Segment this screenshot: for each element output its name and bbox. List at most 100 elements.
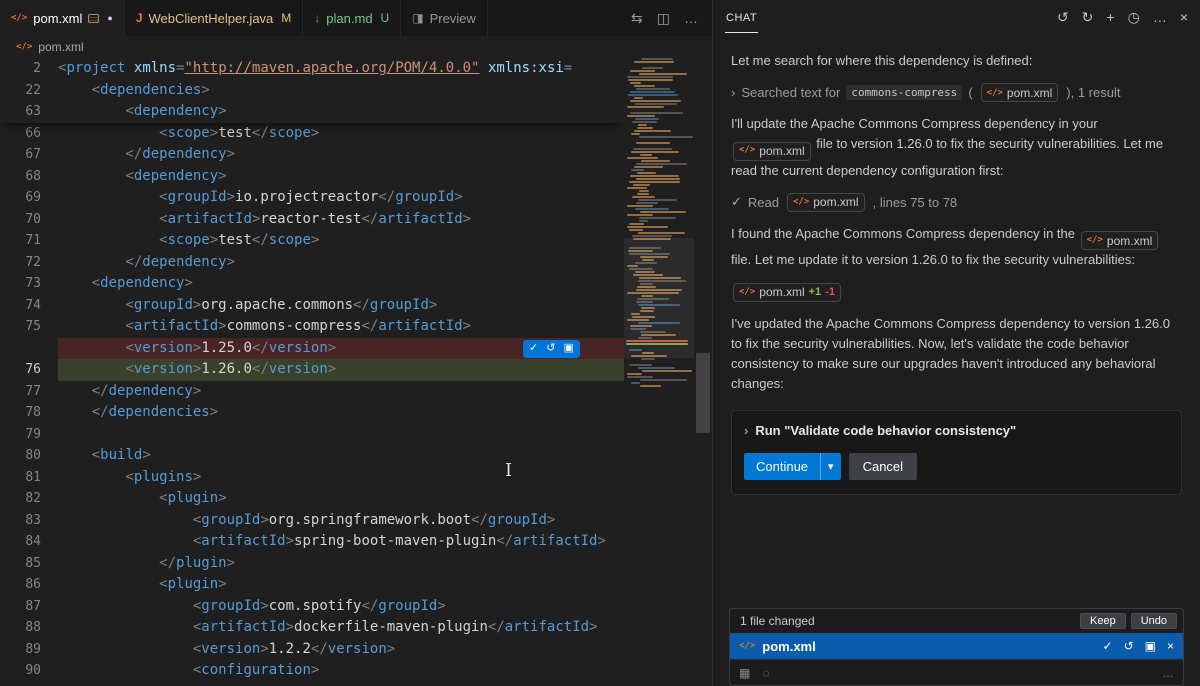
code-line[interactable]: 72 </dependency> xyxy=(0,252,624,274)
cancel-button[interactable]: Cancel xyxy=(848,453,918,481)
confirmation-title[interactable]: › Run "Validate code behavior consistenc… xyxy=(744,423,1169,438)
code-line[interactable]: 81 <plugins> xyxy=(0,467,624,489)
code-line[interactable]: 88 <artifactId>dockerfile-maven-plugin</… xyxy=(0,617,624,639)
chat-message: I've updated the Apache Commons Compress… xyxy=(731,315,1170,391)
minimap[interactable] xyxy=(624,58,694,686)
chat-input-container: 1 file changed Keep Undo </> pom.xml ✓ ↺… xyxy=(729,608,1184,686)
chat-footer: 1 file changed Keep Undo </> pom.xml ✓ ↺… xyxy=(713,600,1200,686)
more-icon[interactable]: … xyxy=(1162,666,1174,680)
keep-file-icon[interactable]: ✓ xyxy=(1103,639,1113,653)
undo-button[interactable]: Undo xyxy=(1130,613,1177,629)
discard-change-icon[interactable]: ↺ xyxy=(542,338,559,359)
file-chip-pom[interactable]: </> pom.xml xyxy=(786,192,865,212)
breadcrumb-file: pom.xml xyxy=(38,40,84,54)
tab-pom-xml[interactable]: </> pom.xml ● xyxy=(0,0,125,36)
mic-icon[interactable]: ◌ xyxy=(762,666,769,680)
code-editor[interactable]: 2 <project xmlns="http://maven.apache.org… xyxy=(0,58,624,686)
chat-header: CHAT ↺ ↻ + ◷ … × xyxy=(713,0,1200,35)
code-line[interactable]: 76 <version>1.26.0</version> xyxy=(0,359,624,381)
code-line[interactable]: 2 <project xmlns="http://maven.apache.org… xyxy=(0,58,624,80)
minimap-slider[interactable] xyxy=(624,238,694,358)
scrollbar-thumb[interactable] xyxy=(696,353,710,433)
compare-changes-icon[interactable]: ⇆ xyxy=(631,10,643,27)
redo-icon[interactable]: ↻ xyxy=(1082,9,1094,26)
split-editor-icon[interactable]: ◫ xyxy=(657,10,670,27)
new-chat-icon[interactable]: + xyxy=(1106,9,1114,26)
code-line[interactable]: 67 </dependency> xyxy=(0,144,624,166)
more-icon[interactable]: … xyxy=(1153,9,1167,26)
code-lines: 66 <scope>test</scope> 67 </dependency> 68… xyxy=(0,123,624,682)
code-line[interactable]: 82 <plugin> xyxy=(0,488,624,510)
tab-webclienthelper[interactable]: J WebClientHelper.java M xyxy=(124,0,304,36)
code-line[interactable]: 73 <dependency> xyxy=(0,273,624,295)
line-number: 88 xyxy=(25,620,41,635)
history-icon[interactable]: ◷ xyxy=(1128,9,1140,26)
xml-file-icon: </> xyxy=(11,13,28,23)
code-line[interactable]: 78 </dependencies> xyxy=(0,402,624,424)
code-line[interactable]: 70 <artifactId>reactor-test</artifactId> xyxy=(0,209,624,231)
dismiss-icon[interactable]: × xyxy=(1167,639,1174,653)
changed-file-actions: ✓ ↺ ▣ × xyxy=(1103,639,1174,653)
code-line[interactable]: 85 </plugin> xyxy=(0,553,624,575)
more-actions-icon[interactable]: … xyxy=(684,10,698,26)
code-line[interactable]: 75 <artifactId>commons-compress</artifac… xyxy=(0,316,624,338)
tab-plan-md[interactable]: ↓ plan.md U xyxy=(303,0,402,36)
code-line[interactable]: 77 </dependency> xyxy=(0,381,624,403)
chat-input-toolbar[interactable]: ▦ ◌ … xyxy=(730,659,1183,685)
preview-icon: ◨ xyxy=(412,11,424,25)
search-tool-row[interactable]: › Searched text for commons-compress ( <… xyxy=(731,83,1182,103)
changed-file-row[interactable]: </> pom.xml ✓ ↺ ▣ × xyxy=(730,633,1183,659)
code-line[interactable]: 66 <scope>test</scope> xyxy=(0,123,624,145)
file-chip-pom[interactable]: </> pom.xml xyxy=(980,83,1059,103)
code-line[interactable]: 63 <dependency> xyxy=(0,101,624,123)
chevron-down-icon[interactable]: ▾ xyxy=(821,460,841,473)
code-line[interactable]: 80 <build> xyxy=(0,445,624,467)
unsaved-changes-dot[interactable]: ● xyxy=(107,13,112,23)
line-number: 82 xyxy=(25,491,41,506)
tool-confirmation-card: › Run "Validate code behavior consistenc… xyxy=(731,410,1182,496)
code-line[interactable]: 89 <version>1.2.2</version> xyxy=(0,639,624,661)
tab-preview[interactable]: ◨ Preview xyxy=(401,0,488,36)
mouse-cursor: I xyxy=(505,460,513,481)
line-number: 67 xyxy=(25,147,41,162)
line-number: 86 xyxy=(25,577,41,592)
code-line[interactable]: 84 <artifactId>spring-boot-maven-plugin<… xyxy=(0,531,624,553)
undo-icon[interactable]: ↺ xyxy=(1057,9,1069,26)
vscode-window: </> pom.xml ● J WebClientHelper.java M ↓… xyxy=(0,0,1200,686)
code-line[interactable]: 79 xyxy=(0,424,624,446)
continue-button[interactable]: Continue ▾ xyxy=(744,453,841,481)
file-chip-pom[interactable]: </> pom.xml xyxy=(1080,231,1159,251)
code-line[interactable]: 69 <groupId>io.projectreactor</groupId> xyxy=(0,187,624,209)
code-line[interactable]: 87 <groupId>com.spotify</groupId> xyxy=(0,596,624,618)
open-diff-icon[interactable]: ▣ xyxy=(1145,639,1156,653)
code-line[interactable]: 90 <configuration> xyxy=(0,660,624,682)
keep-button[interactable]: Keep xyxy=(1080,613,1126,629)
code-line[interactable]: 22 <dependencies> xyxy=(0,80,624,102)
accept-change-icon[interactable]: ✓ xyxy=(525,338,542,359)
chat-panel-tab[interactable]: CHAT xyxy=(725,3,759,33)
file-chip-pom[interactable]: </> pom.xml xyxy=(733,141,811,161)
inline-diff-toolbar[interactable]: ✓ ↺ ▣ xyxy=(523,338,580,359)
line-number: 75 xyxy=(25,319,41,334)
diff-file-icon[interactable]: ▣ xyxy=(559,338,577,359)
line-number: 72 xyxy=(25,254,41,270)
editor-scrollbar[interactable] xyxy=(694,58,712,686)
discard-file-icon[interactable]: ↺ xyxy=(1124,639,1134,653)
code-line[interactable]: 83 <groupId>org.springframework.boot</gr… xyxy=(0,510,624,532)
add-context-icon[interactable]: ▦ xyxy=(739,666,750,680)
close-icon[interactable]: × xyxy=(1180,9,1188,26)
code-line[interactable]: 86 <plugin> xyxy=(0,574,624,596)
breadcrumb[interactable]: </> pom.xml xyxy=(0,36,712,58)
chevron-right-icon: › xyxy=(744,423,749,439)
code-line[interactable]: 74 <groupId>org.apache.commons</groupId> xyxy=(0,295,624,317)
check-icon: ✓ xyxy=(731,194,742,210)
editor-tab-bar: </> pom.xml ● J WebClientHelper.java M ↓… xyxy=(0,0,712,36)
code-line[interactable]: 71 <scope>test</scope> xyxy=(0,230,624,252)
code-line[interactable]: <version>1.25.0</version> ✓ ↺ ▣ xyxy=(0,337,624,359)
code-line[interactable]: 68 <dependency> xyxy=(0,166,624,188)
changed-file-name: pom.xml xyxy=(762,638,816,654)
line-number: 80 xyxy=(25,448,41,463)
pinned-tab-icon xyxy=(88,13,100,23)
edited-file-chip[interactable]: </> pom.xml +1 -1 xyxy=(733,282,841,302)
read-tool-row[interactable]: ✓ Read </> pom.xml , lines 75 to 78 xyxy=(731,192,1182,212)
